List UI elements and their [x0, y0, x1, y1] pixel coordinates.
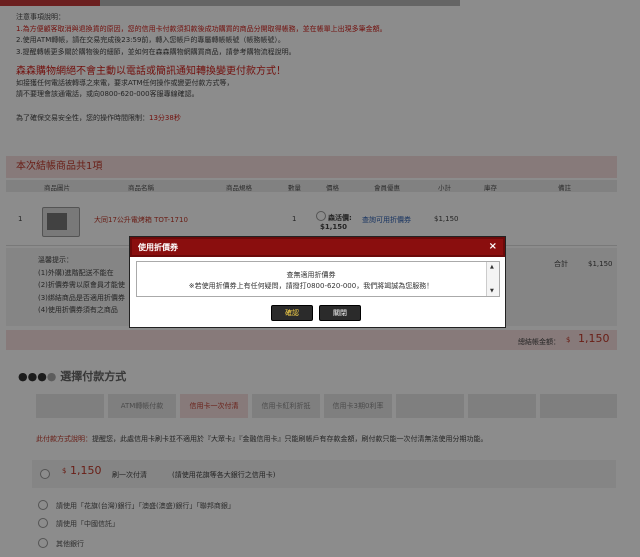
confirm-button[interactable]: 確認 [271, 305, 313, 321]
modal-title: 使用折價券 [138, 243, 178, 252]
scrollbar[interactable]: ▲ ▼ [486, 262, 499, 296]
modal-message-box: 查無適用折價券 ※若使用折價券上有任何疑問，請撥打0800-620-000，我們… [136, 261, 500, 297]
modal-help-text: ※若使用折價券上有任何疑問，請撥打0800-620-000，我們將竭誠為您服務！ [188, 282, 434, 290]
scroll-up-icon[interactable]: ▲ [490, 264, 494, 270]
modal-header: 使用折價券 × [130, 237, 505, 257]
scroll-down-icon[interactable]: ▼ [490, 288, 494, 294]
modal-message: 查無適用折價券 [286, 271, 336, 279]
coupon-modal: 使用折價券 × 查無適用折價券 ※若使用折價券上有任何疑問，請撥打0800-62… [129, 236, 506, 328]
close-button[interactable]: 關閉 [319, 305, 361, 321]
close-icon[interactable]: × [489, 241, 497, 252]
